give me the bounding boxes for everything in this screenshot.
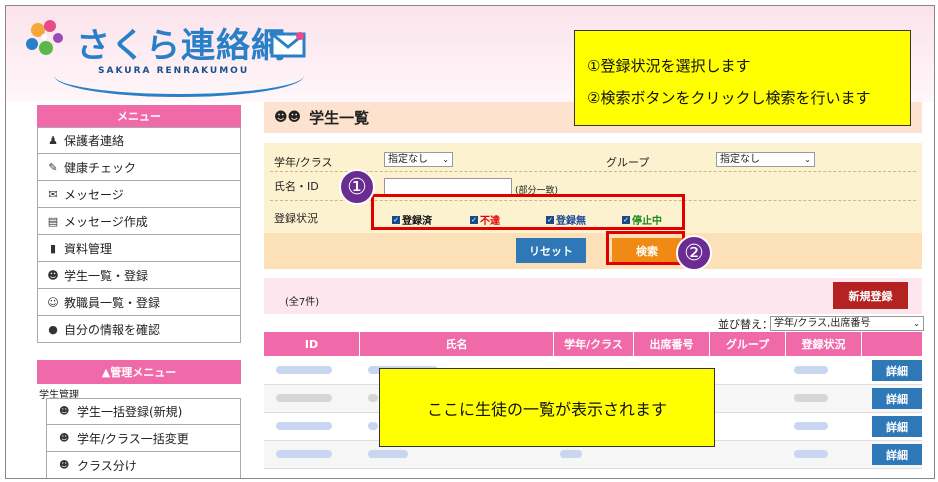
students-icon: ☻ [47, 268, 59, 282]
detail-button[interactable]: 詳細 [872, 360, 922, 381]
list-placeholder-note: ここに生徒の一覧が表示されます [379, 368, 715, 447]
col-id[interactable]: ID [264, 332, 360, 356]
sort-value: 学年/クラス,出席番号 [774, 318, 871, 329]
group-value: 指定なし [720, 154, 760, 165]
blurred-status [794, 450, 828, 458]
sidebar-item-label: 学生一括登録(新規) [77, 405, 183, 419]
new-register-button[interactable]: 新規登録 [833, 282, 908, 309]
logo[interactable]: さくら連絡網 SAKURA RENRAKUMOU [24, 14, 314, 97]
mail-icon [270, 32, 306, 58]
sidebar-item-label: メッセージ [64, 187, 124, 202]
students-icon: ☻☻ [274, 110, 302, 125]
sidebar-item-bulk-register[interactable]: ☻ 学生一括登録(新規) [46, 398, 241, 425]
blurred-id [276, 394, 332, 402]
grade-class-label: 学年/クラス [274, 156, 333, 169]
blurred-id [276, 450, 332, 458]
search-highlight-box [606, 231, 685, 265]
chevron-down-icon: ⌄ [442, 155, 449, 164]
books-icon: ▮ [49, 241, 57, 255]
sort-label: 並び替え： [718, 318, 773, 331]
students-icon: ☻ [59, 432, 70, 444]
staff-icon: ☺ [47, 295, 59, 309]
col-grade-class[interactable]: 学年/クラス [554, 332, 634, 356]
instruction-note: ①登録状況を選択します ②検索ボタンをクリックし検索を行います [574, 30, 911, 126]
students-icon: ☻ [59, 406, 70, 417]
sidebar-item-class-split[interactable]: ☻ クラス分け [46, 452, 241, 478]
blurred-status [794, 394, 828, 402]
blurred-name [368, 450, 408, 458]
blurred-status [794, 366, 828, 374]
pen-icon: ✎ [48, 160, 58, 174]
blurred-name [368, 422, 378, 430]
sidebar-item-staff[interactable]: ☺ 教職員一覧・登録 [37, 289, 241, 316]
detail-button[interactable]: 詳細 [872, 444, 922, 465]
sidebar-item-label: 教職員一覧・登録 [64, 295, 161, 310]
sidebar-item-materials[interactable]: ▮ 資料管理 [37, 235, 241, 262]
sidebar-item-health-check[interactable]: ✎ 健康チェック [37, 154, 241, 181]
sidebar-item-message-compose[interactable]: ▤ メッセージ作成 [37, 208, 241, 235]
callout-1: ① [339, 169, 375, 205]
sidebar-item-parent-contact[interactable]: ♟ 保護者連絡 [37, 127, 241, 154]
envelope-icon: ✉ [48, 187, 58, 201]
col-attendance-no[interactable]: 出席番号 [634, 332, 710, 356]
sidebar-item-label: 資料管理 [64, 241, 113, 256]
detail-button[interactable]: 詳細 [872, 388, 922, 409]
table-header: ID 氏名 学年/クラス 出席番号 グループ 登録状況 [264, 332, 922, 356]
menu-header: メニュー [37, 105, 241, 127]
result-count: (全7件) [285, 297, 320, 308]
group-label: グループ [606, 156, 650, 169]
blurred-id [276, 366, 332, 374]
compose-icon: ▤ [47, 214, 59, 228]
status-label: 登録状況 [274, 212, 318, 225]
sidebar-item-students[interactable]: ☻ 学生一覧・登録 [37, 262, 241, 289]
group-select[interactable]: 指定なし ⌄ [716, 152, 815, 167]
reset-button[interactable]: リセット [516, 238, 586, 263]
col-name[interactable]: 氏名 [360, 332, 554, 356]
grade-class-select[interactable]: 指定なし ⌄ [384, 152, 453, 167]
chevron-down-icon: ⌄ [913, 319, 920, 328]
sidebar-item-label: 学生一覧・登録 [64, 268, 149, 283]
students-icon: ☻ [59, 459, 70, 471]
sidebar-item-label: クラス分け [77, 458, 137, 473]
name-id-label: 氏名・ID [274, 180, 319, 193]
sidebar-item-my-info[interactable]: ● 自分の情報を確認 [37, 316, 241, 343]
speech-bubble-icon: ● [48, 322, 58, 336]
callout-2: ② [676, 235, 712, 271]
grade-class-value: 指定なし [388, 154, 428, 165]
blurred-name [368, 394, 378, 402]
sidebar-item-label: 健康チェック [64, 160, 137, 175]
chevron-down-icon: ⌄ [804, 155, 811, 164]
sidebar-item-label: メッセージ作成 [64, 214, 148, 229]
sort-select[interactable]: 学年/クラス,出席番号 ⌄ [770, 316, 924, 331]
parent-contact-icon: ♟ [48, 134, 58, 147]
button-row: リセット 検索 [264, 233, 922, 269]
page-title: 学生一覧 [309, 109, 370, 127]
detail-button[interactable]: 詳細 [872, 416, 922, 437]
col-status[interactable]: 登録状況 [786, 332, 862, 356]
app-frame: さくら連絡網 SAKURA RENRAKUMOU メニュー ♟ 保護者連絡 ✎ 健康… [5, 5, 935, 479]
status-highlight-box [371, 194, 685, 230]
instruction-line-1: ①登録状況を選択します [587, 57, 751, 75]
col-group[interactable]: グループ [710, 332, 786, 356]
blurred-grade [560, 450, 582, 458]
logo-subtitle: SAKURA RENRAKUMOU [98, 66, 250, 76]
instruction-line-2: ②検索ボタンをクリックし検索を行います [587, 89, 871, 107]
blurred-id [276, 422, 332, 430]
sidebar-item-label: 自分の情報を確認 [64, 322, 161, 337]
sidebar-item-class-change[interactable]: ☻ 学年/クラス一括変更 [46, 425, 241, 452]
blurred-status [794, 422, 828, 430]
admin-menu-header[interactable]: ▲管理メニュー [37, 360, 241, 384]
sidebar-item-label: 保護者連絡 [64, 134, 125, 148]
sidebar-item-label: 学年/クラス一括変更 [77, 431, 189, 446]
sidebar-item-message[interactable]: ✉ メッセージ [37, 181, 241, 208]
result-bar: (全7件) 新規登録 [264, 278, 922, 314]
